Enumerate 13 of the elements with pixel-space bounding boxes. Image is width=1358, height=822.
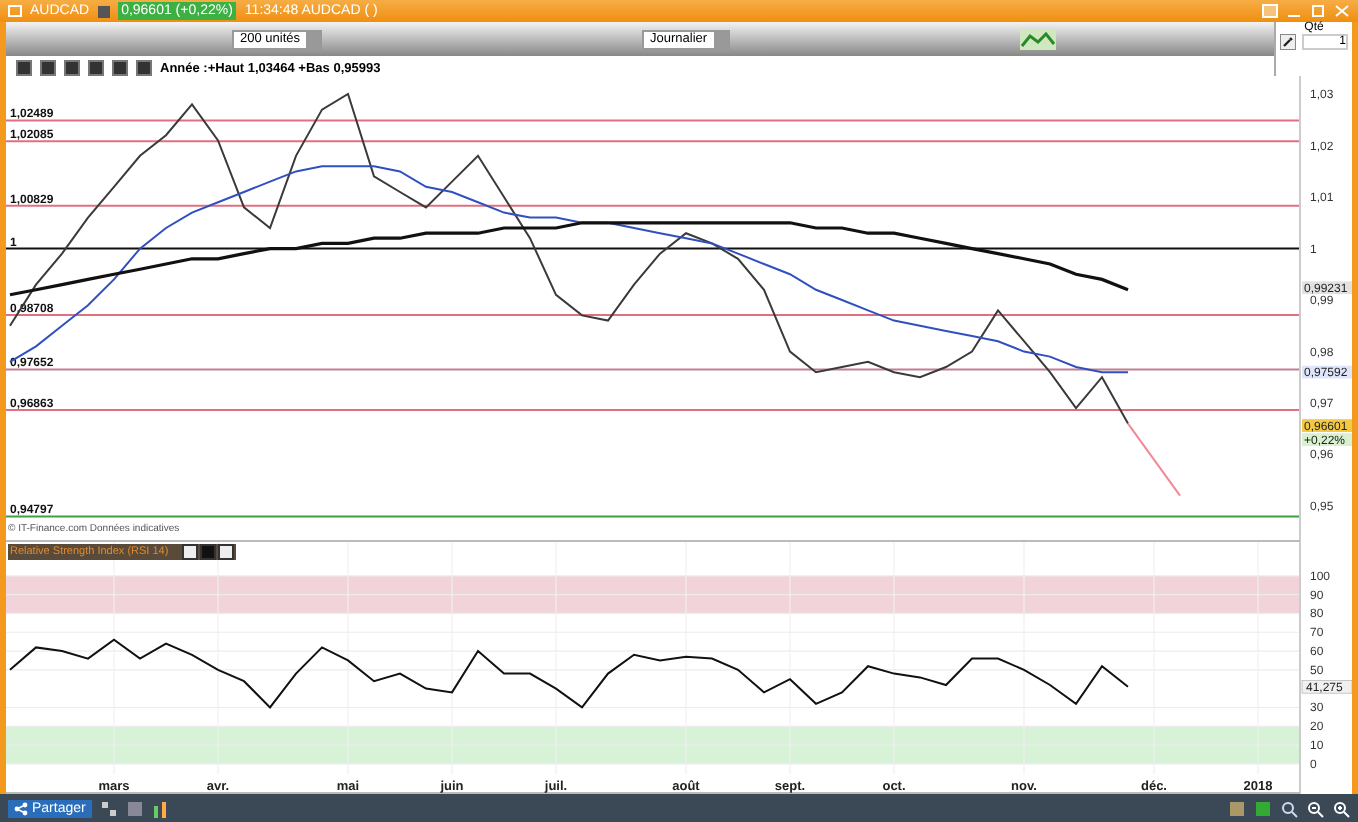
screen-icon[interactable] (1262, 4, 1278, 18)
line-chart-icon[interactable] (1019, 29, 1056, 49)
zoom-out-icon[interactable] (1306, 799, 1324, 817)
square-icon (97, 5, 110, 17)
maximize-icon[interactable] (1310, 4, 1326, 18)
bar-chart-icon[interactable] (151, 799, 170, 817)
grid-icon[interactable] (99, 799, 118, 817)
zoom-fit-icon[interactable] (1280, 799, 1298, 817)
close-icon[interactable] (218, 544, 235, 560)
window-icon (8, 4, 22, 18)
share-icon (14, 801, 28, 815)
trend-line (1127, 422, 1181, 497)
zoom-in-icon[interactable] (1332, 799, 1350, 817)
